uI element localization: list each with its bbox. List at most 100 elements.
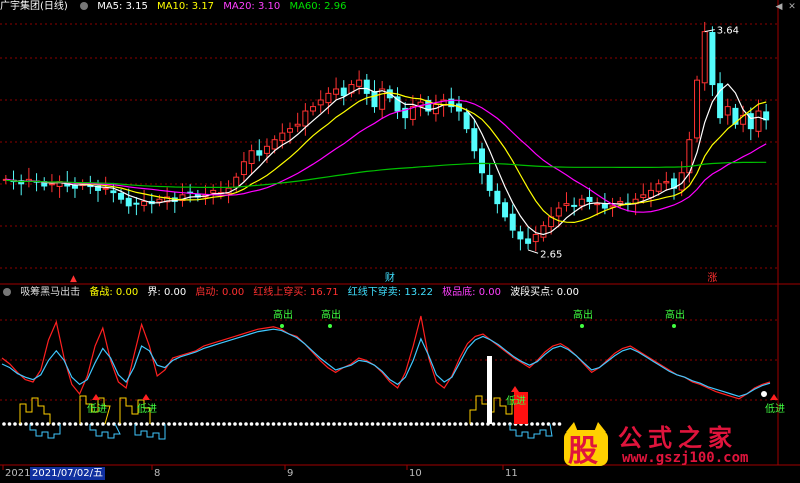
baseline-dot (293, 422, 298, 426)
minimize-icon[interactable]: ◀ (774, 2, 784, 12)
candle-body-72 (555, 207, 562, 217)
candle-body-84 (647, 189, 654, 198)
indicator-value-2: 启动: 0.00 (195, 287, 245, 298)
candle-body-14 (110, 190, 117, 194)
baseline-dot (266, 422, 270, 426)
baseline-dot (227, 422, 232, 426)
x-tick-label-1: 8 (154, 468, 160, 479)
signal-dot-0 (280, 324, 284, 328)
candle-body-69 (532, 234, 539, 243)
baseline-dot (403, 422, 408, 426)
chart-stage: 3.64 2.65 财涨 ▲ 高出 高出 高出 高出 低进 低进 低进 低进 2021 8 9 10 11 (0, 0, 800, 480)
baseline-dot (101, 422, 105, 426)
baseline-dot (255, 422, 259, 426)
event-marker-0: 财 (385, 271, 395, 284)
indicator-settings-icon[interactable] (3, 288, 11, 296)
watermark-logo: 股 公式之家 www.gszj100.com (558, 416, 798, 476)
baseline-dot (222, 422, 226, 426)
logo-text: 公式之家 (618, 423, 738, 452)
baseline-dot (150, 422, 155, 426)
baseline-dot (145, 422, 149, 426)
main-chart-header: 广宇集团(日线) MA5: 3.15 MA10: 3.17 MA20: 3.10… (0, 0, 352, 14)
candle-body-74 (571, 204, 578, 207)
signal-label-4: 低进 (87, 402, 107, 415)
candle-body-40 (310, 106, 317, 112)
baseline-dot (51, 422, 56, 426)
stock-title[interactable]: 广宇集团(日线) (0, 1, 68, 12)
candle-body-44 (340, 87, 347, 97)
candle-body-47 (363, 79, 370, 94)
baseline-dot (178, 422, 182, 426)
candle-body-49 (379, 88, 386, 110)
baseline-dot (414, 422, 419, 426)
osc-red-line (1, 315, 771, 400)
baseline-dot (354, 422, 358, 426)
baseline-dot (392, 422, 397, 426)
candle-body-18 (141, 200, 148, 206)
baseline-dot (194, 422, 199, 426)
indicator-name[interactable]: 吸筹黑马出击 (20, 287, 80, 298)
baseline-dot (139, 422, 144, 426)
signal-white-dot (761, 391, 767, 397)
candle-body-32 (248, 150, 255, 165)
baseline-dot (73, 422, 78, 426)
signal-dot-1 (328, 324, 332, 328)
candle-body-76 (586, 196, 593, 202)
candle-body-48 (371, 91, 378, 108)
signal-label-3: 高出 (665, 308, 685, 321)
baseline-dot (376, 422, 380, 426)
event-marker-dot: ▲ (70, 274, 77, 284)
baseline-dot (420, 422, 424, 426)
event-marker-1: 涨 (707, 272, 717, 284)
baseline-dot (277, 422, 281, 426)
price-annotation-0: 3.64 (717, 26, 739, 37)
candle-body-33 (256, 150, 263, 156)
cyan-step-1 (89, 423, 121, 439)
baseline-dot (321, 422, 325, 426)
ma5-label: MA5: 3.15 (97, 1, 148, 12)
ma20-label: MA20: 3.10 (223, 1, 281, 12)
baseline-dot (453, 422, 457, 426)
candle-body-15 (118, 192, 125, 200)
baseline-dot (491, 422, 496, 426)
baseline-dot (365, 422, 369, 426)
candle-body-77 (594, 203, 601, 206)
close-icon[interactable]: ✕ (787, 2, 797, 12)
baseline-dot (332, 422, 336, 426)
candle-body-13 (102, 187, 109, 190)
candle-body-86 (663, 181, 670, 184)
baseline-dot (480, 422, 485, 426)
baseline-dot (530, 422, 534, 426)
baseline-dot (106, 422, 111, 426)
candle-body-38 (294, 123, 301, 127)
baseline-dot (315, 422, 320, 426)
x-tick-label-3: 10 (409, 468, 422, 479)
baseline-dot (370, 422, 375, 426)
baseline-dot (552, 422, 556, 426)
chart-svg: 3.642.65财 涨▲高出 高出 高出 高出低进 低进低进低进2021 8 9 10 11 (0, 0, 800, 479)
x-tick-label-2: 9 (287, 468, 293, 479)
candle-body-30 (233, 176, 240, 188)
baseline-dot (123, 422, 127, 426)
signal-arrow-4 (92, 394, 100, 400)
baseline-dot (343, 422, 347, 426)
candle-body-78 (601, 204, 608, 209)
signal-dot-3 (672, 324, 676, 328)
price-annotation-1: 2.65 (540, 249, 562, 260)
baseline-dot (46, 422, 50, 426)
indicator-value-6: 波段买点: 0.00 (510, 287, 580, 298)
baseline-dot (200, 422, 204, 426)
candle-body-65 (502, 202, 509, 218)
candle-body-94 (724, 106, 731, 116)
logo-url: www.gszj100.com (622, 450, 749, 466)
baseline-dot (7, 422, 12, 426)
baseline-dot (425, 422, 430, 426)
candle-body-39 (302, 110, 309, 127)
baseline-dot (535, 422, 540, 426)
settings-circle-icon[interactable] (80, 2, 88, 10)
indicator-value-0: 备战: 0.00 (89, 287, 139, 298)
baseline-dot (337, 422, 342, 426)
baseline-dot (475, 422, 479, 426)
baseline-dot (24, 422, 28, 426)
baseline-dot (387, 422, 391, 426)
